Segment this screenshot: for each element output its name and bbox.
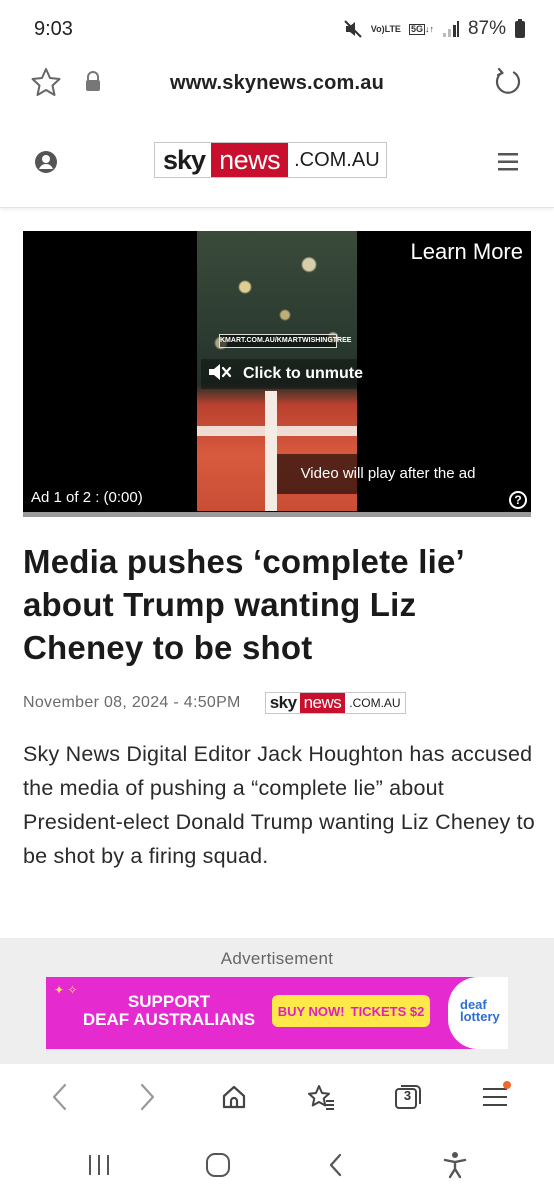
ad-buy-now: BUY NOW! xyxy=(277,1003,345,1019)
browser-url-bar[interactable]: www.skynews.com.au xyxy=(0,58,554,108)
ad-support-line1: SUPPORT xyxy=(127,992,211,1011)
unmute-button[interactable]: Click to unmute xyxy=(201,359,373,389)
home-icon[interactable] xyxy=(210,1073,258,1121)
reload-icon[interactable] xyxy=(492,66,524,103)
advertisement-label: Advertisement xyxy=(220,949,334,968)
article-body: Sky News Digital Editor Jack Houghton ha… xyxy=(23,742,535,868)
menu-icon[interactable] xyxy=(471,1073,519,1121)
tabs-icon[interactable]: 3 xyxy=(384,1073,432,1121)
data-arrows-icon: ↓↑ xyxy=(424,23,434,34)
thumbnail-caption: KMART.COM.AU/KMARTWISHINGTREE xyxy=(219,334,351,348)
unmute-label: Click to unmute xyxy=(243,365,364,382)
video-ad-player[interactable]: KMART.COM.AU/KMARTWISHINGTREE Learn More… xyxy=(23,231,531,517)
logo-domain: .COM.AU xyxy=(294,149,380,171)
ad-buy-button[interactable]: BUY NOW! TICKETS $2 xyxy=(272,995,430,1027)
learn-more-link[interactable]: Learn More xyxy=(410,239,523,265)
back-icon[interactable] xyxy=(36,1073,84,1121)
source-logo-sky: sky xyxy=(269,693,297,712)
source-logo-news: news xyxy=(299,693,346,713)
accessibility-icon[interactable] xyxy=(431,1141,479,1189)
speaker-muted-icon xyxy=(207,361,233,388)
ad-support-line2: DEAF AUSTRALIANS xyxy=(82,1010,256,1029)
source-logo-domain: .COM.AU xyxy=(349,696,401,710)
url-text[interactable]: www.skynews.com.au xyxy=(0,72,554,95)
gift-ribbon-horizontal xyxy=(197,426,357,436)
mute-icon xyxy=(343,19,363,39)
article-meta: November 08, 2024 - 4:50PM sky news .COM… xyxy=(23,690,533,716)
play-after-notice: Video will play after the ad xyxy=(277,454,499,494)
gift-ribbon xyxy=(265,391,277,511)
signal-icon xyxy=(442,20,460,38)
deaf-lottery-line2: lottery xyxy=(460,1009,500,1024)
battery-percent: 87% xyxy=(467,18,506,39)
volte-bottom: LTE xyxy=(384,23,401,34)
5g-label: 5G xyxy=(408,23,425,35)
advertisement-block: Advertisement ✦ ✧ SUPPORT DEAF AUSTRALIA… xyxy=(0,938,554,1064)
ad-tickets: TICKETS $2 xyxy=(350,1003,425,1019)
sky-news-logo[interactable]: sky news .COM.AU xyxy=(154,142,387,178)
deaf-lottery-logo: deaf lottery xyxy=(448,977,508,1049)
article-headline: Media pushes ‘complete lie’ about Trump … xyxy=(23,543,464,666)
site-header: sky news .COM.AU xyxy=(0,112,554,208)
logo-news: news xyxy=(211,143,289,177)
user-icon[interactable] xyxy=(34,150,58,179)
5g-indicator: 5G ↓↑ xyxy=(408,23,434,35)
ad-support-text: SUPPORT DEAF AUSTRALIANS xyxy=(76,993,262,1029)
volte-top: Vo) xyxy=(370,23,385,34)
logo-sky: sky xyxy=(163,145,206,175)
article-date: November 08, 2024 - 4:50PM xyxy=(23,694,241,711)
bookmarks-icon[interactable] xyxy=(297,1073,345,1121)
source-logo: sky news .COM.AU xyxy=(264,692,406,714)
notification-dot xyxy=(502,1081,511,1089)
video-progress-bar[interactable] xyxy=(23,512,531,517)
ad-banner[interactable]: ✦ ✧ SUPPORT DEAF AUSTRALIANS BUY NOW! TI… xyxy=(46,977,508,1049)
volte-indicator: Vo) LTE xyxy=(370,23,401,34)
ad-counter: Ad 1 of 2 : (0:00) xyxy=(31,489,143,506)
sparkle-icon: ✦ ✧ xyxy=(54,983,78,997)
browser-toolbar: 3 xyxy=(0,1064,554,1130)
status-time: 9:03 xyxy=(34,17,73,40)
status-icons: Vo) LTE 5G ↓↑ 87% xyxy=(343,18,526,40)
battery-icon xyxy=(514,19,526,39)
status-bar: 9:03 Vo) LTE 5G ↓↑ 87% xyxy=(0,0,554,58)
hamburger-menu-icon[interactable] xyxy=(496,151,520,178)
forward-icon[interactable] xyxy=(123,1073,171,1121)
system-nav-bar xyxy=(0,1130,554,1200)
ad-help-icon[interactable]: ? xyxy=(509,491,527,509)
home-circle-icon[interactable] xyxy=(194,1141,242,1189)
back-nav-icon[interactable] xyxy=(312,1141,360,1189)
tab-count: 3 xyxy=(403,1088,412,1103)
recents-icon[interactable] xyxy=(75,1141,123,1189)
